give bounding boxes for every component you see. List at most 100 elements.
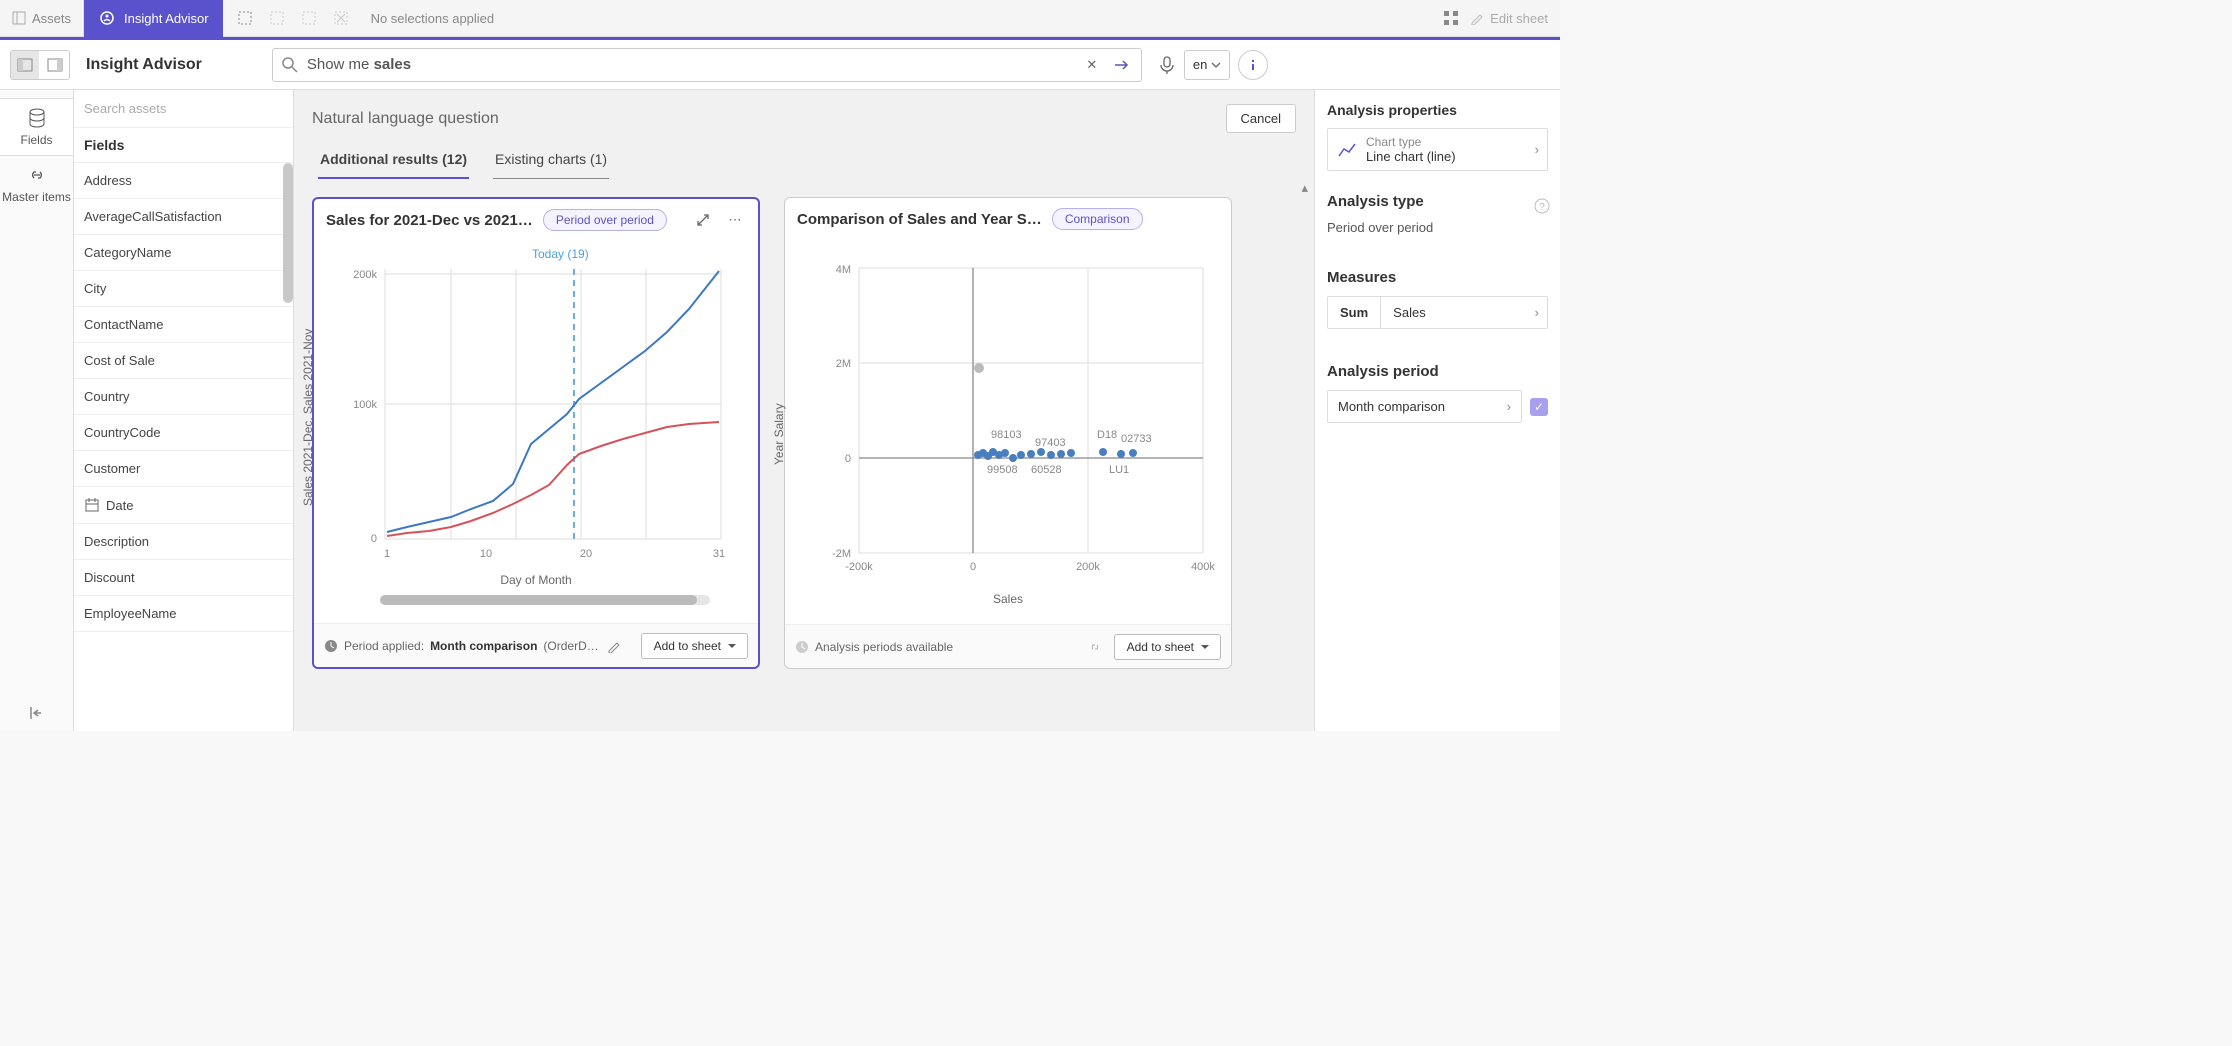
cancel-button[interactable]: Cancel [1226,104,1296,133]
rail-fields-label: Fields [20,133,52,147]
asset-item[interactable]: Address [74,163,293,199]
line-chart-icon [1336,139,1358,161]
help-icon[interactable]: ? [1534,198,1550,214]
asset-item[interactable]: EmployeeName [74,596,293,632]
edit-sheet-button: Edit sheet [1470,11,1548,26]
link-period-icon[interactable] [1088,640,1102,654]
chart-type-label: Chart type [1366,135,1456,149]
info-icon [1246,58,1260,72]
properties-panel: Analysis properties Chart type Line char… [1314,90,1560,731]
tab-existing-charts[interactable]: Existing charts (1) [493,143,609,179]
rail-master-label: Master items [2,190,71,204]
svg-text:-200k: -200k [845,561,873,573]
assets-tab-label: Assets [32,11,71,26]
x-axis-label: Day of Month [330,569,742,591]
asset-item[interactable]: CategoryName [74,235,293,271]
assets-tab[interactable]: Assets [0,0,84,37]
add-to-sheet-button[interactable]: Add to sheet [1114,634,1221,660]
language-selector[interactable]: en [1184,50,1230,80]
svg-text:10: 10 [480,548,492,560]
measure-aggregation: Sum [1328,297,1381,328]
measure-row[interactable]: Sum Sales › [1327,296,1548,329]
caret-down-icon [1200,643,1210,651]
link-icon [26,164,48,186]
chart-card-line[interactable]: Sales for 2021-Dec vs 2021… Period over … [312,197,760,669]
rail-master-items[interactable]: Master items [0,156,73,212]
search-right-controls: en [1152,50,1274,80]
add-to-sheet-button[interactable]: Add to sheet [641,633,748,659]
card-footer: Period applied: Month comparison (OrderD… [314,623,758,667]
asset-item[interactable]: City [74,271,293,307]
search-input-container[interactable]: Show me sales ✕ [272,48,1142,82]
asset-item[interactable]: Customer [74,451,293,487]
svg-text:02733: 02733 [1121,433,1152,445]
left-panel-toggle[interactable] [11,51,39,79]
y-axis-label: Sales 2021-Dec, Sales 2021-Nov [301,329,315,506]
period-checkbox[interactable]: ✓ [1530,398,1548,416]
asset-item[interactable]: ContactName [74,307,293,343]
microphone-icon[interactable] [1158,55,1176,75]
period-applied-label: Period applied: Month comparison (OrderD… [324,639,599,653]
result-tabs: Additional results (12) Existing charts … [294,143,1314,179]
caret-down-icon [727,642,737,650]
svg-text:0: 0 [371,533,377,545]
asset-item[interactable]: CountryCode [74,415,293,451]
insight-tab-label: Insight Advisor [124,11,209,26]
tab-additional-results[interactable]: Additional results (12) [318,143,469,179]
svg-text:31: 31 [713,548,725,560]
asset-item[interactable]: AverageCallSatisfaction [74,199,293,235]
expand-button[interactable] [692,209,714,231]
rail-collapse-button[interactable] [19,695,55,731]
asset-item[interactable]: Cost of Sale [74,343,293,379]
asset-item[interactable]: Description [74,524,293,560]
asset-header: Fields [74,128,293,163]
insight-advisor-tab[interactable]: Insight Advisor [84,0,223,37]
database-icon [26,107,48,129]
analysis-type-label: Analysis type [1327,193,1548,210]
period-selector[interactable]: Month comparison › [1327,390,1522,423]
svg-text:98103: 98103 [991,429,1022,441]
svg-text:60528: 60528 [1031,464,1062,476]
grid-icon[interactable] [1442,9,1460,27]
chart-type-value: Line chart (line) [1366,149,1456,164]
svg-text:1: 1 [384,548,390,560]
card-header: Sales for 2021-Dec vs 2021… Period over … [314,199,758,239]
measure-field: Sales [1381,297,1526,328]
scrollbar-thumb[interactable] [380,595,697,605]
calendar-icon [84,497,100,513]
x-axis-label: Sales [801,588,1215,610]
clear-search-button[interactable]: ✕ [1081,54,1103,76]
more-button[interactable]: ⋯ [724,209,746,231]
scatter-chart-body: Year Salary [785,238,1231,624]
card-footer: Analysis periods available Add to sheet [785,624,1231,668]
collapse-up-button[interactable]: ▴ [1301,180,1308,196]
panel-toggle-group [10,50,70,80]
line-chart-svg: 0 100k 200k 1 10 20 31 [330,249,742,569]
chart-type-row[interactable]: Chart type Line chart (line) › [1327,128,1548,171]
svg-text:2M: 2M [836,358,851,370]
search-query-text: Show me sales [307,56,411,73]
right-panel-toggle[interactable] [41,51,69,79]
card-header: Comparison of Sales and Year S… Comparis… [785,198,1231,238]
chart-card-scatter[interactable]: Comparison of Sales and Year S… Comparis… [784,197,1232,669]
card-title: Sales for 2021-Dec vs 2021… [326,212,533,229]
analysis-badge: Comparison [1052,208,1143,230]
submit-search-button[interactable] [1111,54,1133,76]
asset-search-input[interactable]: Search assets [74,90,293,128]
selection-tool-2-icon [263,4,291,32]
edit-period-icon[interactable] [607,639,621,653]
clock-icon [324,639,338,653]
periods-available-label: Analysis periods available [795,640,953,654]
rail-fields[interactable]: Fields [0,98,73,156]
asset-scrollbar[interactable] [283,163,293,303]
selection-tool-1-icon[interactable] [231,4,259,32]
asset-column: Search assets Fields Address AverageCall… [74,90,294,731]
svg-text:200k: 200k [353,269,377,281]
asset-item[interactable]: Discount [74,560,293,596]
language-code: en [1193,57,1207,72]
asset-item[interactable]: Country [74,379,293,415]
insight-icon [98,9,116,27]
info-button[interactable] [1238,50,1268,80]
asset-item[interactable]: Date [74,487,293,524]
chart-horizontal-scrollbar[interactable] [380,595,710,605]
